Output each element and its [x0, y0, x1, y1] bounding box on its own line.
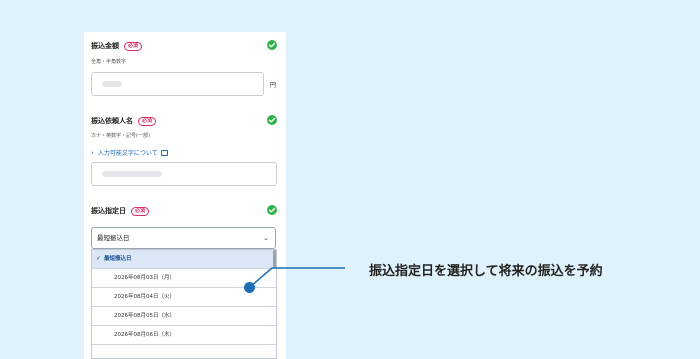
callout-connector	[249, 267, 345, 288]
callout-text: 振込指定日を選択して将来の振込を予約	[369, 264, 603, 279]
callout-marker	[244, 282, 255, 293]
